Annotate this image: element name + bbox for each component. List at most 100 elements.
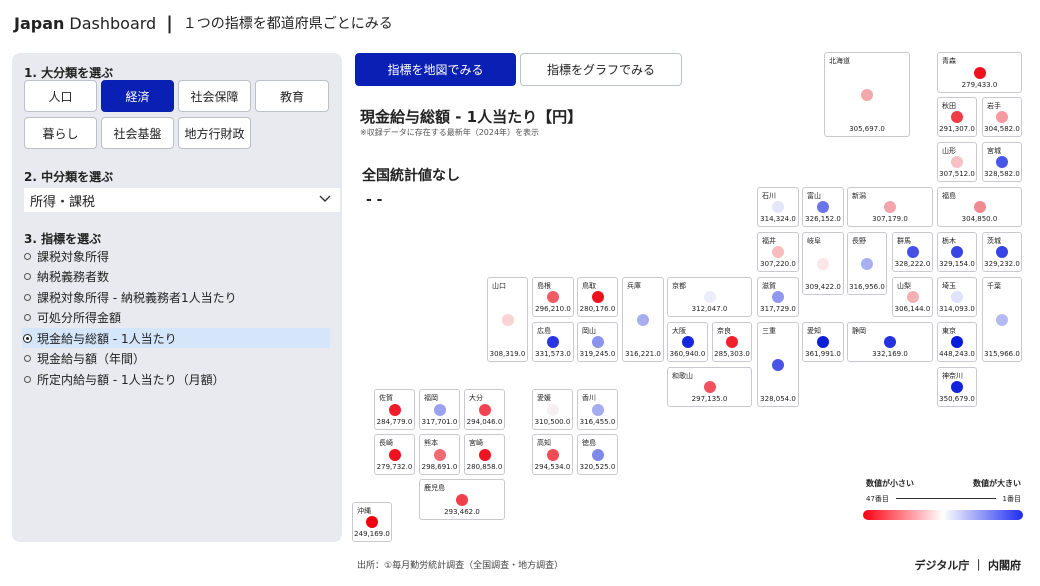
prefecture-value-dot: [546, 448, 559, 461]
prefecture-value-dot: [637, 313, 649, 326]
prefecture-tile[interactable]: 石川 314,324.0: [757, 187, 799, 227]
prefecture-tile[interactable]: 栃木 329,154.0: [937, 232, 977, 272]
prefecture-tile[interactable]: 宮崎 280,858.0: [464, 434, 505, 475]
prefecture-value-dot: [501, 313, 514, 326]
prefecture-value: 332,169.0: [872, 350, 908, 358]
category-button-education[interactable]: 教育: [255, 80, 329, 112]
prefecture-name: 京都: [672, 282, 686, 290]
category-button-infrastructure[interactable]: 社会基盤: [101, 117, 174, 149]
prefecture-value: 361,991.0: [805, 350, 841, 358]
prefecture-tile[interactable]: 富山 326,152.0: [802, 187, 844, 227]
control-panel: 1. 大分類を選ぶ 人口 経済 社会保障 教育 暮らし 社会基盤 地方行財政 2…: [12, 53, 342, 542]
category-button-population[interactable]: 人口: [24, 80, 97, 112]
prefecture-value-dot: [591, 448, 604, 461]
prefecture-tile[interactable]: 鳥取 280,176.0: [577, 277, 618, 317]
prefecture-value-dot: [906, 291, 919, 303]
prefecture-name: 長野: [852, 237, 866, 245]
prefecture-tile[interactable]: 北海道 305,697.0: [824, 52, 910, 137]
prefecture-tile[interactable]: 福岡 317,701.0: [419, 389, 460, 430]
category-button-local-finance[interactable]: 地方行財政: [178, 117, 251, 149]
prefecture-tile[interactable]: 奈良 285,303.0: [712, 322, 752, 362]
prefecture-tile[interactable]: 兵庫 316,221.0: [622, 277, 664, 362]
prefecture-tile[interactable]: 佐賀 284,779.0: [374, 389, 415, 430]
prefecture-tile[interactable]: 徳島 320,525.0: [577, 434, 618, 475]
prefecture-tile[interactable]: 青森 279,433.0: [937, 52, 1022, 93]
prefecture-value-dot: [996, 246, 1008, 258]
prefecture-tile[interactable]: 和歌山 297,135.0: [667, 367, 752, 407]
indicator-option[interactable]: 所定内給与額 - 1人当たり（月額）: [22, 369, 330, 389]
header-separator: |: [166, 12, 173, 34]
prefecture-tile[interactable]: 秋田 291,307.0: [937, 97, 977, 137]
prefecture-tile[interactable]: 山口 308,319.0: [487, 277, 528, 362]
tab-map-view[interactable]: 指標を地図でみる: [355, 53, 516, 86]
prefecture-value: 279,732.0: [376, 463, 413, 471]
prefecture-tile[interactable]: 沖縄 249,169.0: [352, 502, 392, 542]
prefecture-tile[interactable]: 熊本 298,691.0: [419, 434, 460, 475]
prefecture-value: 328,222.0: [894, 260, 931, 268]
prefecture-value: 307,512.0: [939, 170, 975, 178]
prefecture-name: 広島: [537, 327, 551, 335]
prefecture-tile[interactable]: 長野 316,956.0: [847, 232, 887, 295]
prefecture-tile[interactable]: 長崎 279,732.0: [374, 434, 415, 475]
prefecture-tile[interactable]: 群馬 328,222.0: [892, 232, 933, 272]
prefecture-tile[interactable]: 鹿児島 293,462.0: [419, 479, 505, 520]
prefecture-value-dot: [681, 336, 694, 348]
indicator-option[interactable]: 現金給与額（年間）: [22, 348, 330, 368]
prefecture-value: 294,046.0: [466, 418, 503, 426]
indicator-option[interactable]: 可処分所得金額: [22, 307, 330, 327]
prefecture-tile[interactable]: 埼玉 314,093.0: [937, 277, 977, 317]
indicator-label: 所定内給与額 - 1人当たり（月額）: [37, 372, 225, 387]
indicator-option-selected[interactable]: 現金給与総額 - 1人当たり: [22, 328, 330, 348]
prefecture-value-dot: [817, 201, 829, 213]
prefecture-value-dot: [772, 358, 784, 371]
tab-graph-view[interactable]: 指標をグラフでみる: [520, 53, 682, 86]
prefecture-tile[interactable]: 山梨 306,144.0: [892, 277, 933, 317]
prefecture-tile[interactable]: 東京 448,243.0: [937, 322, 977, 362]
prefecture-value-dot: [478, 448, 491, 461]
indicator-option[interactable]: 納税義務者数: [22, 266, 330, 286]
indicator-option[interactable]: 課税対象所得 - 納税義務者1人当たり: [22, 287, 330, 307]
prefecture-tile[interactable]: 大分 294,046.0: [464, 389, 505, 430]
prefecture-tile[interactable]: 島根 296,210.0: [532, 277, 574, 317]
prefecture-tile[interactable]: 千葉 315,966.0: [982, 277, 1022, 362]
page-title: １つの指標を都道府県ごとにみる: [182, 16, 393, 32]
prefecture-tile[interactable]: 山形 307,512.0: [937, 142, 977, 182]
category-button-living[interactable]: 暮らし: [24, 117, 97, 149]
indicator-subtitle: ※収録データに存在する最新年（2024年）を表示: [360, 128, 540, 137]
prefecture-name: 熊本: [424, 439, 438, 447]
chevron-down-icon: [318, 192, 332, 209]
prefecture-tile[interactable]: 新潟 307,179.0: [847, 187, 933, 227]
prefecture-tile[interactable]: 岡山 319,245.0: [577, 322, 618, 362]
prefecture-tile[interactable]: 高知 294,534.0: [532, 434, 573, 475]
prefecture-tile[interactable]: 三重 328,054.0: [757, 322, 799, 407]
prefecture-tile[interactable]: 神奈川 350,679.0: [937, 367, 977, 407]
prefecture-tile[interactable]: 京都 312,047.0: [667, 277, 752, 317]
category-button-economy[interactable]: 経済: [101, 80, 174, 112]
indicator-option[interactable]: 課税対象所得: [22, 246, 330, 266]
prefecture-tile[interactable]: 愛媛 310,500.0: [532, 389, 573, 430]
prefecture-value-dot: [906, 246, 919, 258]
prefecture-value: 315,966.0: [984, 350, 1020, 358]
prefecture-tile[interactable]: 岐阜 309,422.0: [802, 232, 844, 295]
prefecture-tile[interactable]: 福島 304,850.0: [937, 187, 1022, 227]
prefecture-tile[interactable]: 香川 316,455.0: [577, 389, 618, 430]
prefecture-tile[interactable]: 茨城 329,232.0: [982, 232, 1022, 272]
prefecture-tile[interactable]: 福井 307,220.0: [757, 232, 799, 272]
prefecture-tile[interactable]: 広島 331,573.0: [532, 322, 574, 362]
prefecture-tile[interactable]: 静岡 332,169.0: [847, 322, 933, 362]
prefecture-value-dot: [951, 246, 963, 258]
prefecture-name: 秋田: [942, 102, 956, 110]
prefecture-tile[interactable]: 愛知 361,991.0: [802, 322, 844, 362]
prefecture-tile[interactable]: 滋賀 317,729.0: [757, 277, 799, 317]
prefecture-tile[interactable]: 宮城 328,582.0: [982, 142, 1022, 182]
prefecture-name: 愛知: [807, 327, 821, 335]
prefecture-name: 富山: [807, 192, 821, 200]
prefecture-tile[interactable]: 大阪 360,940.0: [667, 322, 708, 362]
prefecture-value: 291,307.0: [939, 125, 975, 133]
prefecture-name: 福岡: [424, 394, 438, 402]
prefecture-name: 長崎: [379, 439, 393, 447]
prefecture-value-dot: [772, 201, 784, 213]
subcategory-select[interactable]: 所得・課税: [24, 188, 340, 212]
category-button-social-security[interactable]: 社会保障: [178, 80, 251, 112]
prefecture-tile[interactable]: 岩手 304,582.0: [982, 97, 1022, 137]
